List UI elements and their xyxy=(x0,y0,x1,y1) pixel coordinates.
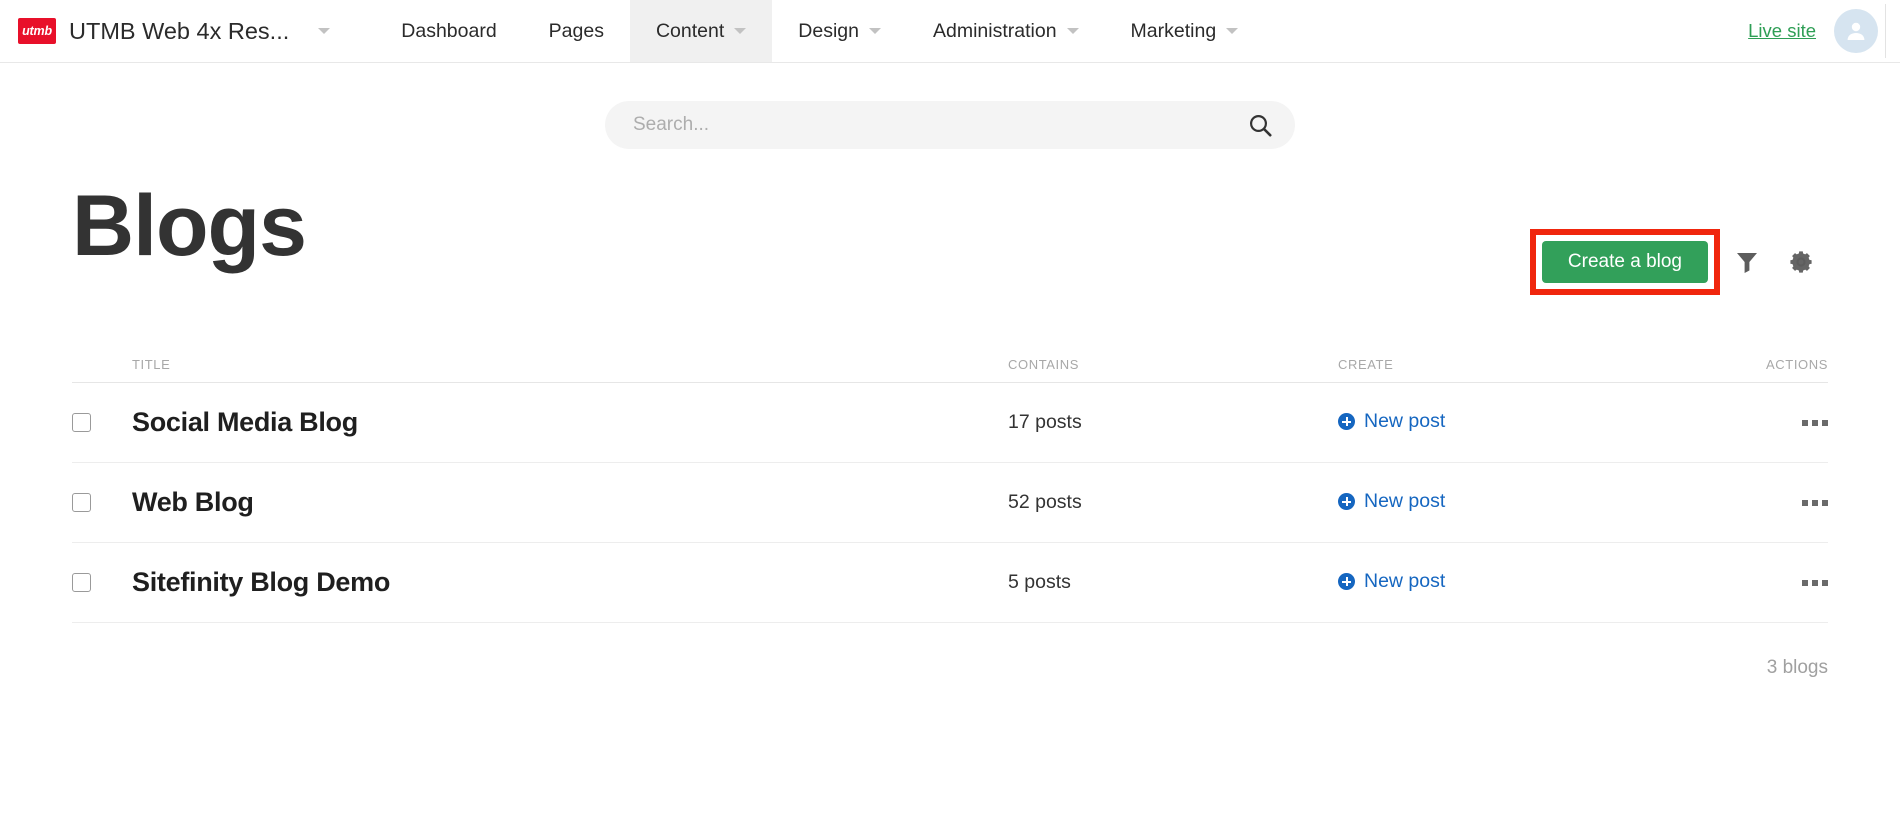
page-header-actions: Create a blog xyxy=(1530,229,1828,295)
table-row[interactable]: Sitefinity Blog Demo 5 posts New post xyxy=(72,543,1828,623)
plus-circle-icon xyxy=(1338,493,1355,510)
search-input[interactable] xyxy=(633,114,1248,136)
new-post-link[interactable]: New post xyxy=(1338,570,1445,593)
nav-item-marketing[interactable]: Marketing xyxy=(1105,0,1265,62)
plus-circle-icon xyxy=(1338,413,1355,430)
create-blog-highlight: Create a blog xyxy=(1530,229,1720,295)
ellipsis-icon[interactable] xyxy=(1668,500,1828,506)
column-header-actions: ACTIONS xyxy=(1668,357,1828,372)
blog-title[interactable]: Social Media Blog xyxy=(132,407,1008,438)
table-row[interactable]: Web Blog 52 posts New post xyxy=(72,463,1828,543)
chevron-down-icon xyxy=(734,28,746,34)
nav-right-actions: Live site xyxy=(1748,0,1900,62)
nav-item-label: Design xyxy=(798,20,859,43)
chevron-down-icon xyxy=(1226,28,1238,34)
nav-item-label: Dashboard xyxy=(401,20,496,43)
new-post-label: New post xyxy=(1364,490,1445,513)
column-header-contains: CONTAINS xyxy=(1008,357,1338,372)
new-post-link[interactable]: New post xyxy=(1338,490,1445,513)
page-title: Blogs xyxy=(72,183,306,269)
nav-item-label: Marketing xyxy=(1131,20,1217,43)
ellipsis-icon[interactable] xyxy=(1668,420,1828,426)
blog-post-count: 17 posts xyxy=(1008,411,1338,434)
user-avatar[interactable] xyxy=(1834,9,1878,53)
page-header: Blogs Create a blog xyxy=(72,183,1828,295)
utmb-logo-text: utmb xyxy=(22,24,52,38)
row-checkbox[interactable] xyxy=(72,493,91,512)
nav-item-pages[interactable]: Pages xyxy=(523,0,630,62)
nav-item-design[interactable]: Design xyxy=(772,0,907,62)
chevron-down-icon xyxy=(869,28,881,34)
search-box[interactable] xyxy=(605,101,1295,149)
new-post-label: New post xyxy=(1364,570,1445,593)
chevron-down-icon[interactable] xyxy=(318,28,330,34)
filter-funnel-icon[interactable] xyxy=(1720,248,1774,276)
blogs-count-footer: 3 blogs xyxy=(72,657,1828,679)
search-icon[interactable] xyxy=(1248,113,1273,138)
table-header-row: TITLE CONTAINS CREATE ACTIONS xyxy=(72,357,1828,383)
blogs-table: TITLE CONTAINS CREATE ACTIONS Social Med… xyxy=(72,357,1828,679)
nav-item-administration[interactable]: Administration xyxy=(907,0,1105,62)
blog-post-count: 52 posts xyxy=(1008,491,1338,514)
new-post-label: New post xyxy=(1364,410,1445,433)
nav-item-label: Content xyxy=(656,20,724,43)
blog-title[interactable]: Sitefinity Blog Demo xyxy=(132,567,1008,598)
gear-icon[interactable] xyxy=(1774,248,1828,276)
blog-title[interactable]: Web Blog xyxy=(132,487,1008,518)
nav-item-label: Administration xyxy=(933,20,1057,43)
top-navigation-bar: utmb UTMB Web 4x Res... Dashboard Pages … xyxy=(0,0,1900,63)
create-blog-button[interactable]: Create a blog xyxy=(1542,241,1708,283)
ellipsis-icon[interactable] xyxy=(1668,580,1828,586)
nav-item-content[interactable]: Content xyxy=(630,0,772,62)
nav-item-label: Pages xyxy=(549,20,604,43)
plus-circle-icon xyxy=(1338,573,1355,590)
user-avatar-icon xyxy=(1843,18,1869,44)
table-row[interactable]: Social Media Blog 17 posts New post xyxy=(72,383,1828,463)
column-header-title: TITLE xyxy=(132,357,1008,372)
search-section xyxy=(0,101,1900,149)
site-name-label: UTMB Web 4x Res... xyxy=(69,18,289,45)
column-header-create: CREATE xyxy=(1338,357,1668,372)
new-post-link[interactable]: New post xyxy=(1338,410,1445,433)
blog-post-count: 5 posts xyxy=(1008,571,1338,594)
chevron-down-icon xyxy=(1067,28,1079,34)
live-site-link[interactable]: Live site xyxy=(1748,20,1816,42)
brand-site-selector[interactable]: utmb UTMB Web 4x Res... xyxy=(0,0,330,62)
main-nav-items: Dashboard Pages Content Design Administr… xyxy=(375,0,1264,62)
nav-divider xyxy=(1885,4,1886,58)
utmb-logo-icon: utmb xyxy=(18,18,56,44)
nav-item-dashboard[interactable]: Dashboard xyxy=(375,0,522,62)
row-checkbox[interactable] xyxy=(72,573,91,592)
row-checkbox[interactable] xyxy=(72,413,91,432)
